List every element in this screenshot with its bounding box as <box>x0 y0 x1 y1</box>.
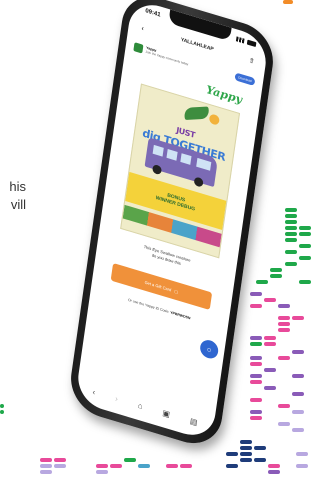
background-text-line1: his <box>9 179 26 194</box>
back-icon[interactable]: ‹ <box>92 387 96 397</box>
background-text: his vill <box>0 178 26 214</box>
phone-screen: 09:41 ‹ YALLAHLEAP ⇧ Yappy Join the Yapp… <box>74 0 270 442</box>
forward-icon[interactable]: › <box>115 394 119 404</box>
phone-mockup: 09:41 ‹ YALLAHLEAP ⇧ Yappy Join the Yapp… <box>66 0 278 452</box>
home-icon[interactable]: ⌂ <box>137 400 143 410</box>
tabs-icon[interactable]: ▣ <box>162 408 171 419</box>
download-button[interactable]: Download <box>234 72 256 87</box>
brand-logo: Yappy <box>205 83 243 107</box>
app-logo-icon <box>133 41 144 54</box>
leaf-graphic <box>182 106 211 121</box>
chat-fab-button[interactable]: ○ <box>199 337 220 361</box>
back-arrow-icon[interactable]: ‹ <box>138 23 147 33</box>
bookmark-icon[interactable]: ▤ <box>189 416 198 427</box>
sun-graphic <box>208 113 220 126</box>
share-icon[interactable]: ⇧ <box>247 56 256 66</box>
battery-icon <box>246 39 257 47</box>
cta-label: Get a Gift Card <box>144 279 172 292</box>
app-subtitle: Join the Yappy community today <box>145 49 189 67</box>
gift-icon: ▢ <box>173 287 179 294</box>
chat-icon: ○ <box>206 344 213 355</box>
code-prefix: Or use the Yappy ID Code: <box>127 297 170 315</box>
app-bar-title: YALLAHLEAP <box>180 36 215 53</box>
referral-code[interactable]: YPBRWDSN <box>170 310 191 320</box>
status-time: 09:41 <box>144 8 161 19</box>
background-text-line2: vill <box>10 197 26 212</box>
signal-icon <box>235 35 245 44</box>
promo-poster[interactable]: JUST dig TOGETHER BONUS WINNER DEBUG <box>120 83 241 259</box>
